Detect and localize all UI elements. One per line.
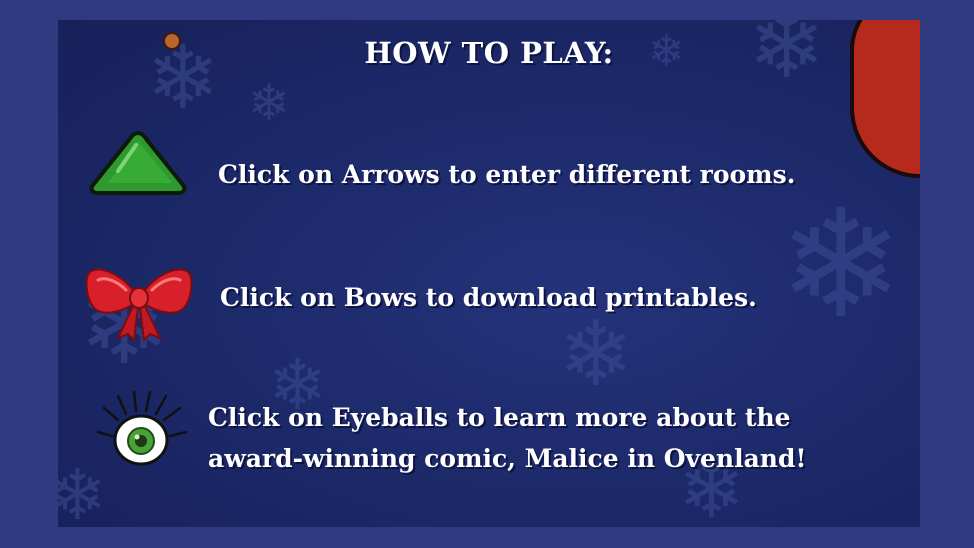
snowflake-icon: ❄ [558,302,634,407]
page-title: HOW TO PLAY: [364,36,614,70]
instruction-bows: Click on Bows to download printables. [220,283,757,312]
snowflake-icon: ❄ [58,454,107,527]
green-arrow-icon [89,130,187,195]
game-screen: ❄ ❄ ❄ ❄ ❄ ❄ ❄ ❄ ❄ ❄ HOW TO PLAY: Click o… [0,0,974,548]
instruction-eyeballs-line-1: Click on Eyeballs to learn more about th… [208,403,791,432]
eyeball-icon [96,390,188,466]
instruction-eyeballs: Click on Eyeballs to learn more about th… [208,397,806,479]
instruction-eyeballs-line-2: award-winning comic, Malice in Ovenland! [208,444,807,473]
red-bow-icon [85,268,193,342]
snowflake-icon: ❄ [248,74,290,132]
how-to-play-panel: ❄ ❄ ❄ ❄ ❄ ❄ ❄ ❄ ❄ ❄ HOW TO PLAY: Click o… [58,20,920,527]
snowflake-icon: ❄ [778,178,904,352]
instruction-arrows: Click on Arrows to enter different rooms… [218,160,796,189]
